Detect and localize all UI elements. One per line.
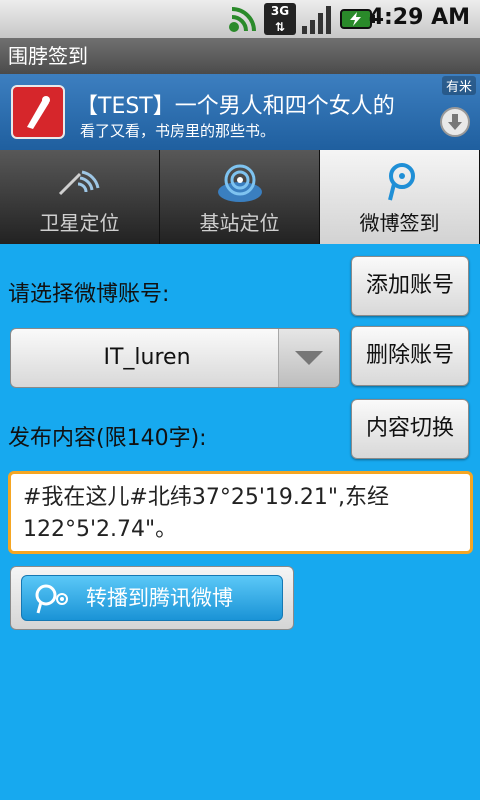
tab-cell-tower[interactable]: 基站定位 bbox=[160, 150, 320, 244]
tab-satellite-label: 卫星定位 bbox=[39, 211, 120, 235]
tab-satellite[interactable]: 卫星定位 bbox=[0, 150, 160, 244]
chevron-down-icon bbox=[295, 351, 323, 365]
ad-banner[interactable]: 【TEST】一个男人和四个女人的 看了又看，书房里的那些书。 有米 bbox=[0, 74, 480, 152]
wifi-icon bbox=[229, 7, 256, 32]
arrow-down-icon bbox=[448, 114, 462, 130]
delete-account-button[interactable]: 删除账号 bbox=[351, 326, 469, 386]
ad-headline: 【TEST】一个男人和四个女人的 bbox=[76, 94, 395, 119]
tab-cell-tower-label: 基站定位 bbox=[199, 211, 280, 235]
tab-weibo-checkin[interactable]: 微博签到 bbox=[320, 150, 480, 244]
share-button-label: 转播到腾讯微博 bbox=[86, 586, 233, 610]
share-to-tencent-weibo-button[interactable]: 转播到腾讯微博 bbox=[21, 575, 283, 621]
account-select[interactable]: IT_luren bbox=[10, 328, 340, 388]
ad-subtext: 看了又看，书房里的那些书。 bbox=[80, 122, 276, 140]
download-icon[interactable] bbox=[440, 107, 470, 137]
select-account-label: 请选择微博账号: bbox=[8, 282, 170, 307]
switch-content-button[interactable]: 内容切换 bbox=[351, 399, 469, 459]
network-3g-icon: 3G ⇅ bbox=[264, 3, 296, 35]
status-bar: 3G ⇅ 4:29 AM bbox=[0, 0, 480, 38]
tab-weibo-checkin-label: 微博签到 bbox=[359, 211, 440, 235]
dropdown-toggle[interactable] bbox=[278, 329, 339, 387]
ad-brand: 有米 bbox=[441, 76, 476, 95]
account-select-value: IT_luren bbox=[103, 345, 191, 370]
satellite-icon bbox=[58, 170, 99, 196]
signal-strength-icon bbox=[302, 6, 331, 34]
ad-app-icon bbox=[11, 85, 65, 139]
content-label: 发布内容(限140字): bbox=[8, 426, 207, 451]
weibo-icon bbox=[387, 163, 415, 201]
tencent-weibo-icon bbox=[35, 584, 68, 614]
app-title: 围脖签到 bbox=[0, 38, 480, 74]
cell-tower-icon bbox=[217, 164, 262, 202]
clock: 4:29 AM bbox=[368, 5, 470, 30]
share-button-container[interactable]: 转播到腾讯微博 bbox=[10, 566, 294, 630]
add-account-button[interactable]: 添加账号 bbox=[351, 256, 469, 316]
tab-bar: 卫星定位 基站定位 微博签到 bbox=[0, 150, 480, 244]
content-textarea[interactable]: #我在这儿#北纬37°25'19.21",东经122°5'2.74"。 bbox=[8, 471, 473, 554]
pen-icon bbox=[27, 96, 50, 129]
